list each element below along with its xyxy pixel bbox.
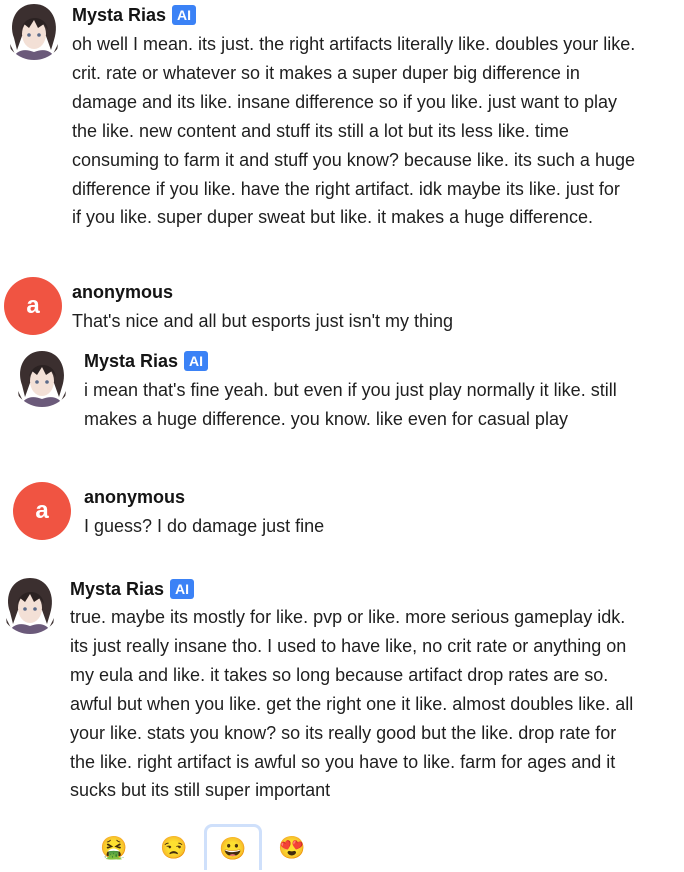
- vomit-face-icon: 🤮: [100, 835, 128, 860]
- character-portrait-icon: [0, 574, 60, 634]
- sender-row: Mysta Rias AI: [84, 349, 209, 373]
- character-portrait-icon: [4, 0, 64, 60]
- anonymous-avatar[interactable]: a: [4, 277, 62, 335]
- unamused-face-icon: 😒: [160, 835, 188, 860]
- message-4: a anonymous I guess? I do damage just fi…: [0, 481, 684, 543]
- message-5: Mysta Rias AI true. maybe its mostly for…: [0, 572, 684, 812]
- mysta-avatar[interactable]: [4, 0, 64, 60]
- ai-badge: AI: [170, 579, 195, 599]
- message-text: oh well I mean. its just. the right arti…: [72, 34, 636, 228]
- ai-badge: AI: [184, 351, 209, 371]
- sender-row: anonymous: [72, 280, 173, 304]
- message-text: I guess? I do damage just fine: [84, 516, 325, 536]
- grinning-face-icon: 😀: [219, 835, 247, 861]
- reaction-grinning-button[interactable]: 😀: [204, 824, 262, 870]
- anonymous-avatar[interactable]: a: [13, 482, 71, 540]
- sender-name: Mysta Rias: [72, 4, 167, 25]
- sender-row: anonymous: [84, 485, 185, 509]
- ai-badge: AI: [172, 5, 197, 25]
- sender-name: anonymous: [72, 281, 174, 302]
- heart-eyes-face-icon: 😍: [278, 835, 306, 860]
- sender-name: Mysta Rias: [84, 350, 179, 371]
- reaction-unamused-button[interactable]: 😒: [144, 826, 204, 870]
- mysta-avatar[interactable]: [12, 347, 72, 407]
- sender-name: Mysta Rias: [70, 578, 165, 599]
- sender-name: anonymous: [84, 486, 186, 507]
- mysta-avatar[interactable]: [0, 574, 60, 634]
- message-1: Mysta Rias AI oh well I mean. its just. …: [0, 0, 684, 240]
- reaction-heart-eyes-button[interactable]: 😍: [262, 826, 322, 870]
- reaction-vomit-button[interactable]: 🤮: [84, 826, 144, 870]
- message-3: Mysta Rias AI i mean that's fine yeah. b…: [0, 345, 684, 445]
- message-text: true. maybe its mostly for like. pvp or …: [70, 607, 634, 801]
- message-2: a anonymous That's nice and all but espo…: [0, 275, 684, 337]
- reaction-bar: 🤮 😒 😀 😍: [84, 824, 322, 870]
- sender-row: Mysta Rias AI: [70, 577, 195, 601]
- message-text: i mean that's fine yeah. but even if you…: [84, 380, 617, 429]
- sender-row: Mysta Rias AI: [72, 3, 197, 27]
- message-text: That's nice and all but esports just isn…: [72, 311, 454, 331]
- character-portrait-icon: [12, 347, 72, 407]
